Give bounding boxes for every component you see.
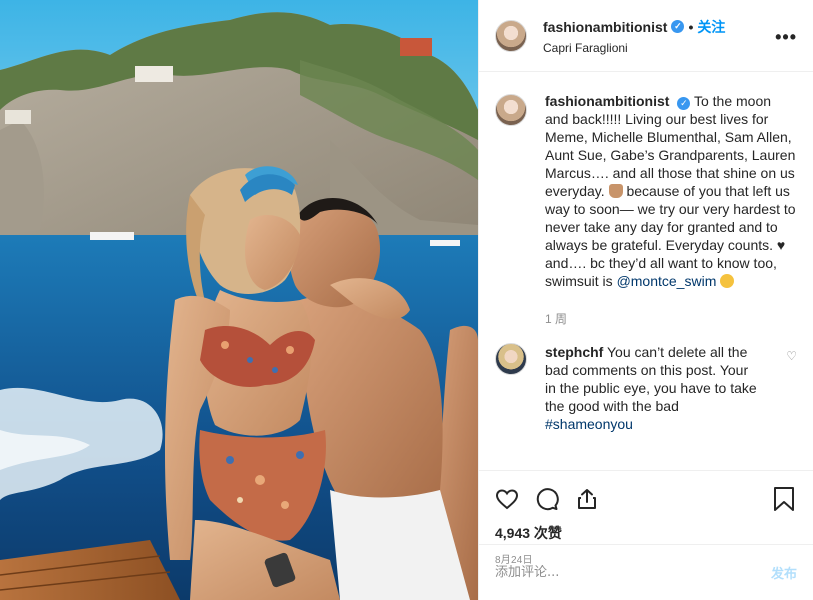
author-avatar[interactable] [495, 19, 527, 52]
separator-dot: • [688, 18, 694, 35]
author-username[interactable]: fashionambitionist [543, 19, 667, 35]
post-photo-image [0, 0, 478, 600]
heart-icon[interactable] [495, 479, 535, 519]
author-line: fashionambitionist ✓ • 关注 [543, 17, 725, 37]
caption-author-avatar[interactable] [495, 94, 527, 126]
add-comment-bar: 发布 [479, 544, 813, 600]
comment-input[interactable] [495, 565, 771, 580]
bookmark-icon[interactable] [773, 479, 797, 519]
comment-like-icon[interactable]: ♡ [786, 349, 797, 363]
post-header: fashionambitionist ✓ • 关注 Capri Faraglio… [479, 0, 813, 72]
commenter-avatar[interactable] [495, 343, 527, 375]
post-side-panel: fashionambitionist ✓ • 关注 Capri Faraglio… [478, 0, 813, 600]
author-info: fashionambitionist ✓ • 关注 Capri Faraglio… [543, 17, 725, 55]
caption-age: 1 周 [545, 312, 568, 326]
verified-badge-icon: ✓ [671, 20, 685, 33]
comment-username[interactable]: stephchf [545, 344, 603, 360]
comment-icon[interactable] [535, 479, 575, 519]
smiling-emoji-icon [720, 274, 735, 288]
comment-hashtag-link[interactable]: #shameonyou [545, 416, 633, 432]
post-comment-button[interactable]: 发布 [771, 563, 797, 582]
post-caption: fashionambitionist ✓ To the moon and bac… [495, 92, 797, 290]
caption-verified-badge-icon: ✓ [677, 97, 691, 110]
comments-section[interactable]: fashionambitionist ✓ To the moon and bac… [479, 72, 813, 470]
post-photo[interactable] [0, 0, 478, 600]
likes-count[interactable]: 4,943 次赞 [495, 523, 797, 543]
share-icon[interactable] [575, 479, 615, 519]
more-options-icon[interactable]: ••• [775, 27, 797, 48]
caption-mention-link[interactable]: @montce_swim [617, 273, 717, 289]
folded-hands-emoji-icon [608, 184, 623, 198]
instagram-post: fashionambitionist ✓ • 关注 Capri Faraglio… [0, 0, 813, 600]
caption-body: fashionambitionist ✓ To the moon and bac… [545, 92, 797, 290]
follow-button[interactable]: 关注 [697, 17, 725, 37]
post-location[interactable]: Capri Faraglioni [543, 41, 725, 55]
comment-item: stephchf You can’t delete all the bad co… [495, 343, 797, 433]
comment-body: stephchf You can’t delete all the bad co… [545, 343, 760, 433]
action-icons [495, 479, 797, 519]
caption-username[interactable]: fashionambitionist [545, 93, 669, 109]
